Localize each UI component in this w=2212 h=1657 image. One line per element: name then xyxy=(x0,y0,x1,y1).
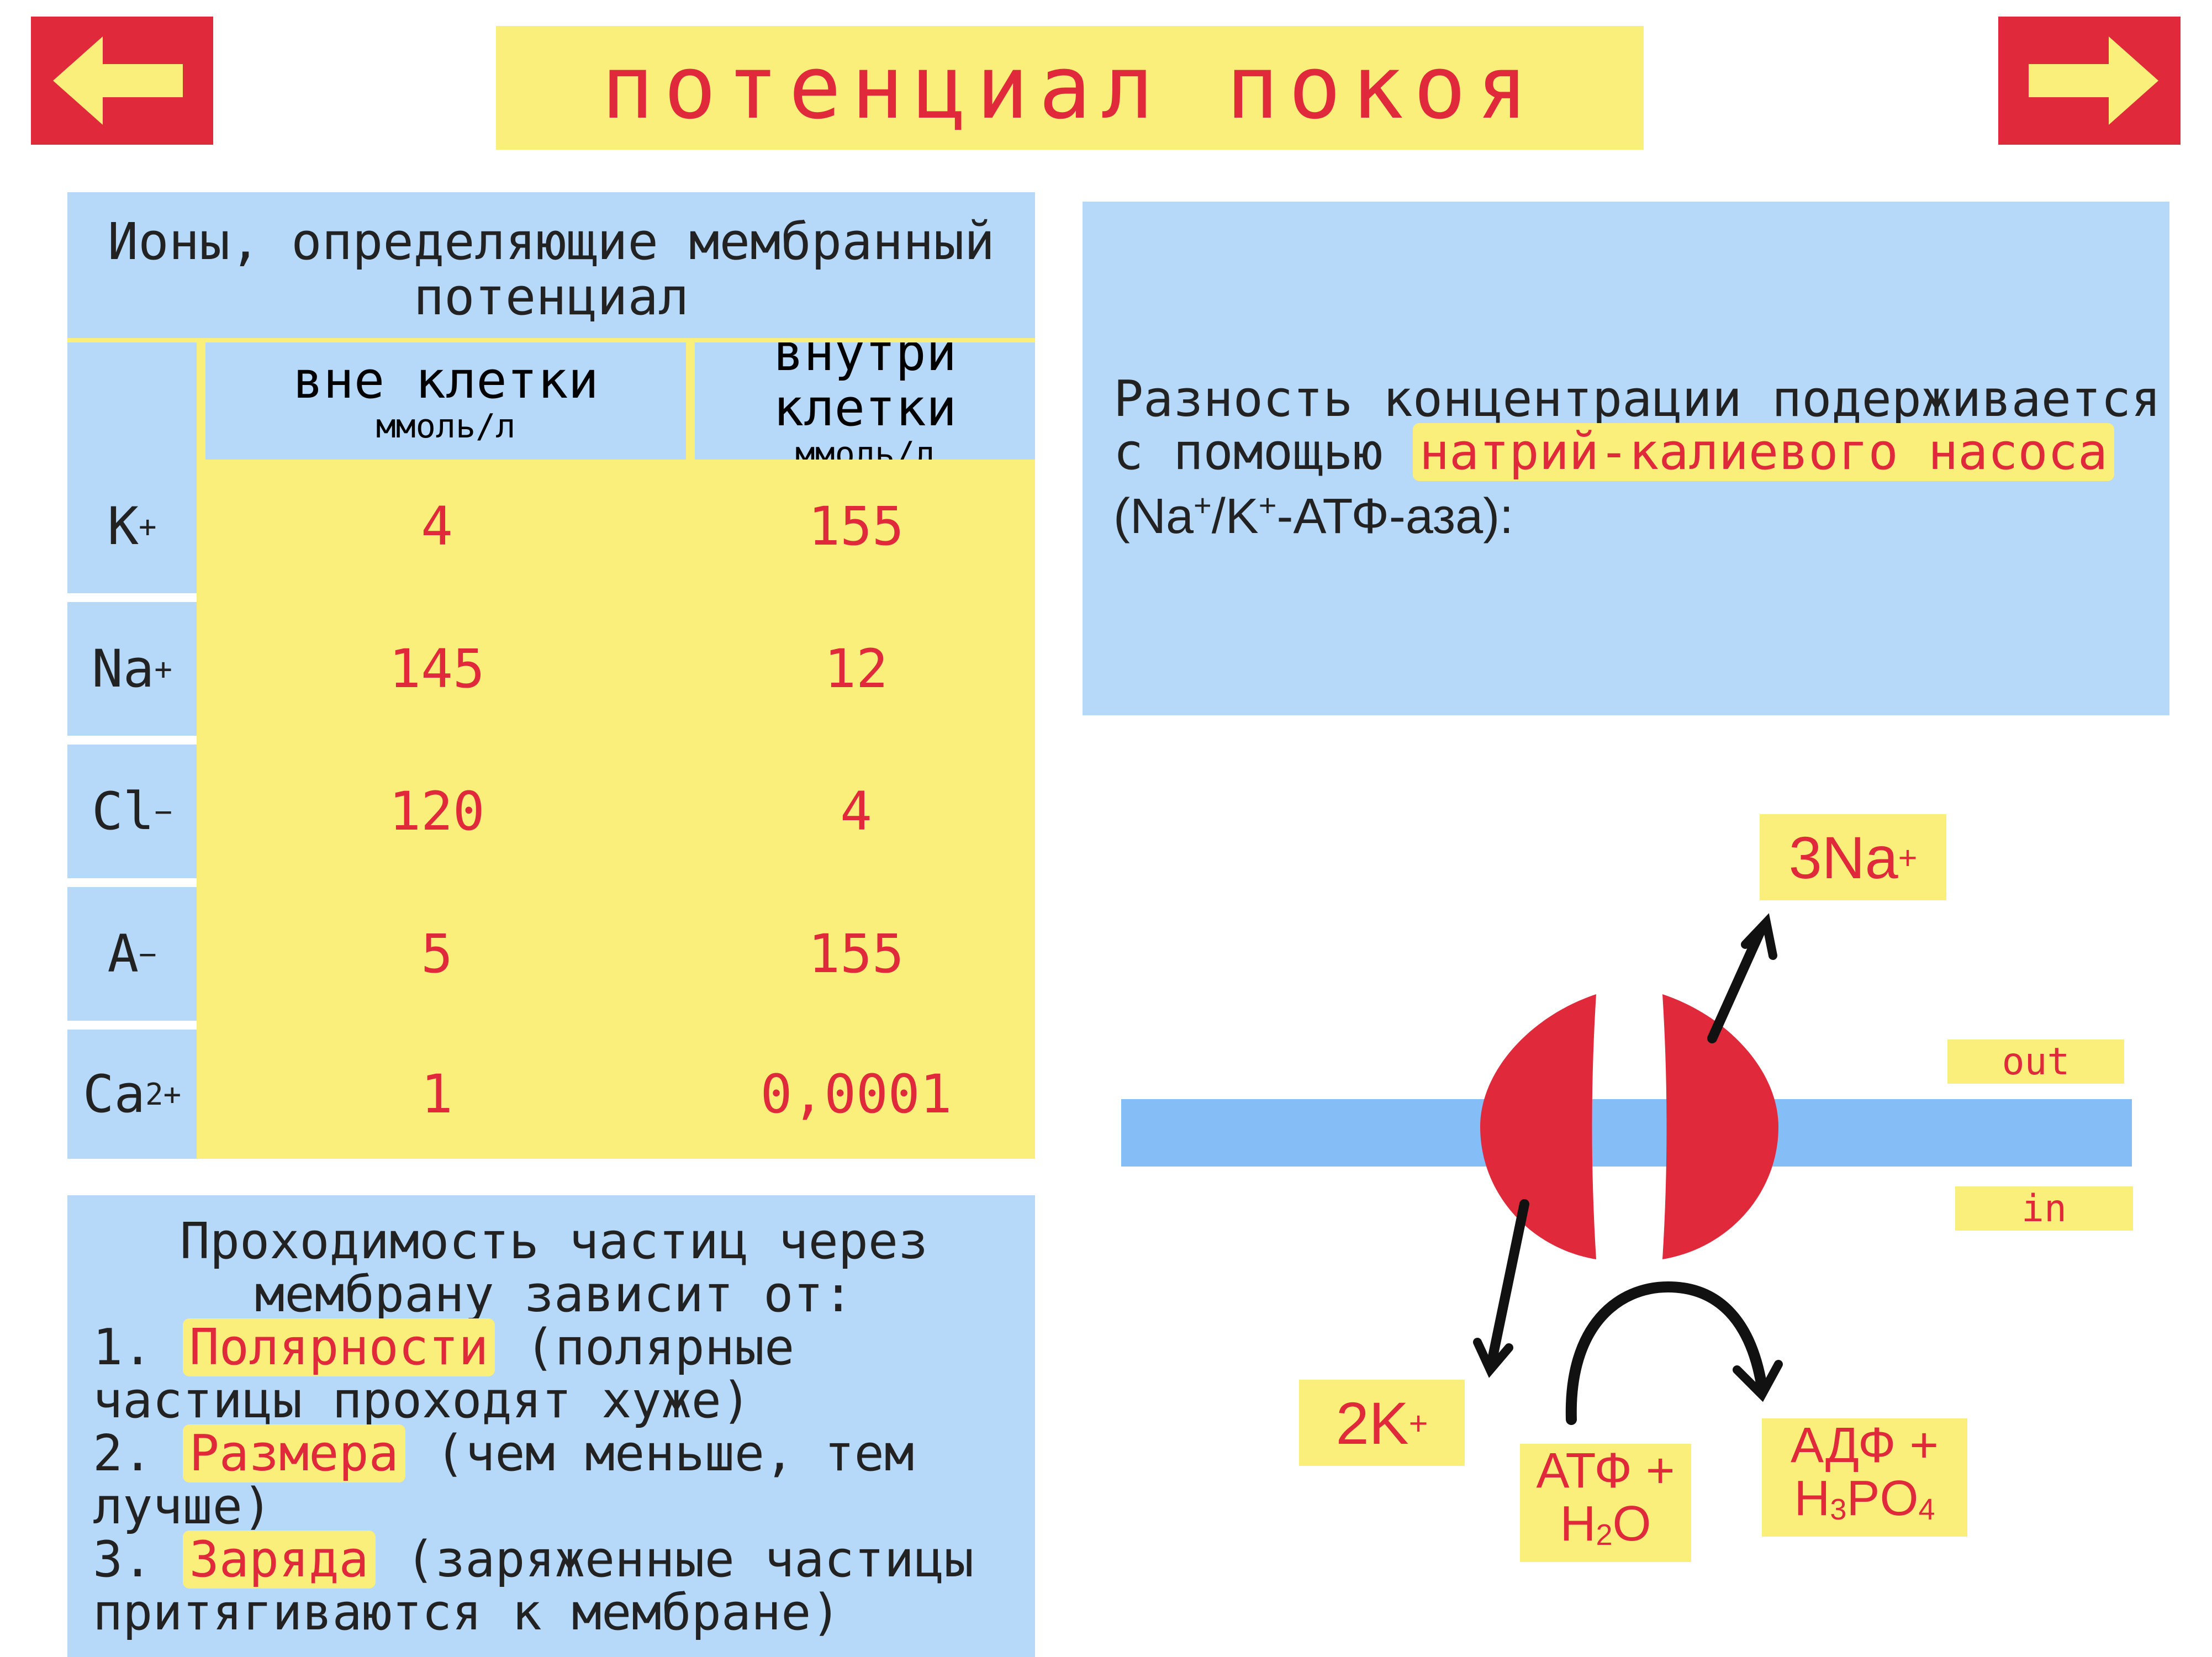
value-inside-k: 155 xyxy=(808,495,904,557)
adp-label: АДФ + H3PO4 xyxy=(1762,1418,1967,1537)
permeability-item: 1. Полярности (полярные частицы проходят… xyxy=(93,1318,795,1429)
page-title: потенциал покоя xyxy=(601,37,1539,139)
permeability-key: Полярности xyxy=(182,1318,495,1376)
permeability-item: 3. Заряда (заряженные частицы притягиваю… xyxy=(93,1531,974,1642)
header-outside-unit: ммоль/л xyxy=(376,407,516,446)
in-label: in xyxy=(1955,1186,2133,1231)
permeability-box: Проходимость частиц через мембрану завис… xyxy=(67,1195,1035,1657)
pump-highlight: натрий-калиевого насоса xyxy=(1412,423,2115,481)
permeability-title: Проходимость частиц через мембрану завис… xyxy=(180,1212,928,1323)
ion-label-a: A − xyxy=(67,887,197,1021)
membrane xyxy=(1121,1099,2132,1167)
header-divider xyxy=(67,338,1035,342)
k-arrow xyxy=(1486,1199,1529,1369)
k-label: 2K + xyxy=(1299,1380,1465,1466)
ion-label-k: K + xyxy=(67,460,197,593)
title-banner: потенциал покоя xyxy=(496,26,1644,150)
na-label: 3Na + xyxy=(1760,814,1946,900)
value-inside-cl: 4 xyxy=(840,780,872,842)
forward-button[interactable] xyxy=(1998,17,2181,145)
header-divider xyxy=(197,338,205,460)
value-outside-k: 4 xyxy=(421,495,453,557)
arrow-right-icon xyxy=(2029,36,2158,125)
pump-formula: (Na+/K+-АТФ-аза): xyxy=(1113,488,1514,544)
value-inside-na: 12 xyxy=(824,638,888,700)
permeability-key: Заряда xyxy=(182,1531,376,1589)
header-outside: вне клетки ммоль/л xyxy=(205,338,686,460)
header-outside-label: вне клетки xyxy=(293,351,599,410)
ions-table-title: Ионы, определяющие мембранный потенциал xyxy=(67,192,1035,338)
ions-table: Ионы, определяющие мембранный потенциал … xyxy=(67,192,1035,1159)
atp-label: АТФ + H2O xyxy=(1520,1444,1691,1562)
na-arrow xyxy=(1707,923,1767,1043)
out-label: out xyxy=(1947,1039,2124,1084)
ion-label-cl: Cl − xyxy=(67,745,197,878)
pump-description: Разность концентрации подерживается с по… xyxy=(1083,202,2169,715)
arrow-left-icon xyxy=(53,36,183,125)
value-inside-a: 155 xyxy=(808,923,904,985)
value-outside-na: 145 xyxy=(389,638,485,700)
value-outside-cl: 120 xyxy=(389,780,485,842)
back-button[interactable] xyxy=(31,17,213,145)
pump-right-half xyxy=(1662,994,1778,1259)
atp-arrow xyxy=(1565,1281,1767,1425)
permeability-key: Размера xyxy=(182,1424,405,1482)
ion-label-na: Na + xyxy=(67,602,197,736)
header-inside: внутри клетки ммоль/л xyxy=(695,325,1035,472)
value-outside-a: 5 xyxy=(421,923,453,985)
pump-left-half xyxy=(1480,994,1596,1259)
permeability-item: 2. Размера (чем меньше, тем лучше) xyxy=(93,1424,914,1535)
value-inside-ca: 0,0001 xyxy=(760,1063,952,1125)
ion-label-ca: Ca 2+ xyxy=(67,1030,197,1159)
header-divider xyxy=(686,338,695,460)
header-empty-cell xyxy=(67,338,197,460)
value-outside-ca: 1 xyxy=(421,1063,453,1125)
